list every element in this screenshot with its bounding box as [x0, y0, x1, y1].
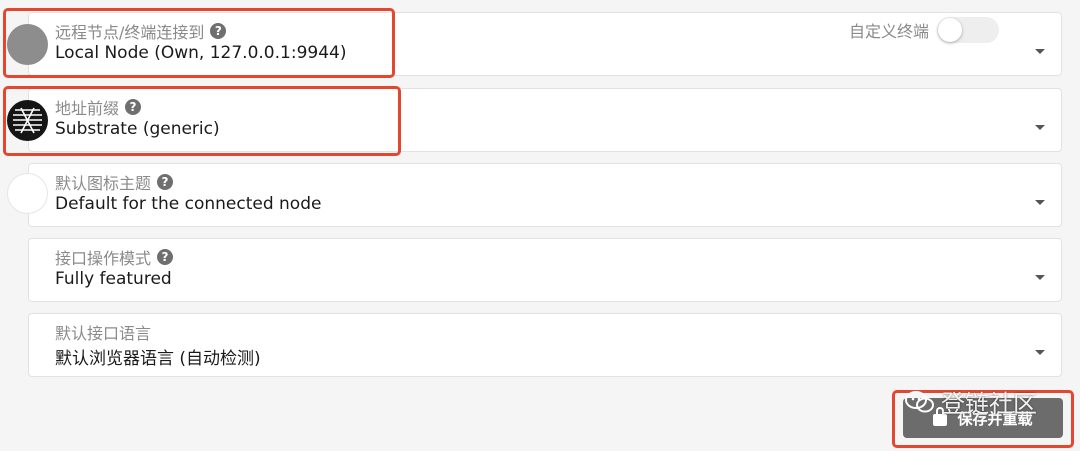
custom-endpoint-toggle-group: 自定义终端 — [849, 17, 999, 43]
icon-theme-label: 默认图标主题 — [55, 174, 152, 193]
ui-language-dropdown[interactable]: 默认接口语言 默认浏览器语言 (自动检测) — [28, 313, 1062, 377]
caret-down-icon — [1035, 200, 1045, 205]
ui-language-value: 默认浏览器语言 (自动检测) — [55, 349, 261, 369]
remote-node-label: 远程节点/终端连接到 — [55, 23, 205, 42]
ui-language-label: 默认接口语言 — [55, 324, 152, 343]
node-logo-icon — [7, 24, 48, 65]
address-prefix-value: Substrate (generic) — [55, 119, 220, 139]
caret-down-icon — [1035, 275, 1045, 280]
icon-theme-label-group: 默认图标主题 ? — [55, 170, 174, 194]
ui-mode-label: 接口操作模式 — [55, 249, 152, 268]
help-icon[interactable]: ? — [125, 99, 142, 115]
ui-language-label-group: 默认接口语言 — [55, 320, 151, 344]
custom-endpoint-toggle[interactable] — [937, 17, 999, 43]
substrate-logo-icon — [7, 100, 48, 141]
remote-node-dropdown[interactable]: 远程节点/终端连接到 ? Local Node (Own, 127.0.0.1:… — [28, 12, 1062, 76]
address-prefix-label: 地址前缀 — [55, 99, 120, 118]
settings-page: 远程节点/终端连接到 ? Local Node (Own, 127.0.0.1:… — [0, 0, 1080, 451]
substrate-logo-svg — [13, 107, 42, 134]
address-prefix-dropdown[interactable]: 地址前缀 ? Substrate (generic) — [28, 88, 1062, 152]
caret-down-icon — [1035, 125, 1045, 130]
lock-icon — [933, 407, 948, 426]
address-prefix-label-group: 地址前缀 ? — [55, 95, 142, 119]
caret-down-icon — [1035, 49, 1045, 54]
help-icon[interactable]: ? — [157, 249, 174, 265]
remote-node-value: Local Node (Own, 127.0.0.1:9944) — [55, 43, 347, 63]
caret-down-icon — [1035, 350, 1045, 355]
ui-mode-dropdown[interactable]: 接口操作模式 ? Fully featured — [28, 238, 1062, 302]
custom-endpoint-label: 自定义终端 — [848, 22, 929, 41]
save-reload-button[interactable]: 保存并重载 — [903, 398, 1063, 438]
save-reload-label: 保存并重载 — [957, 409, 1033, 428]
identicon-icon — [7, 173, 48, 214]
ui-mode-value: Fully featured — [55, 269, 172, 289]
help-icon[interactable]: ? — [157, 174, 174, 190]
icon-theme-value: Default for the connected node — [55, 194, 322, 214]
help-icon[interactable]: ? — [210, 23, 227, 39]
remote-node-label-group: 远程节点/终端连接到 ? — [55, 19, 227, 43]
icon-theme-dropdown[interactable]: 默认图标主题 ? Default for the connected node — [28, 163, 1062, 227]
ui-mode-label-group: 接口操作模式 ? — [55, 245, 174, 269]
toggle-knob — [938, 18, 962, 42]
